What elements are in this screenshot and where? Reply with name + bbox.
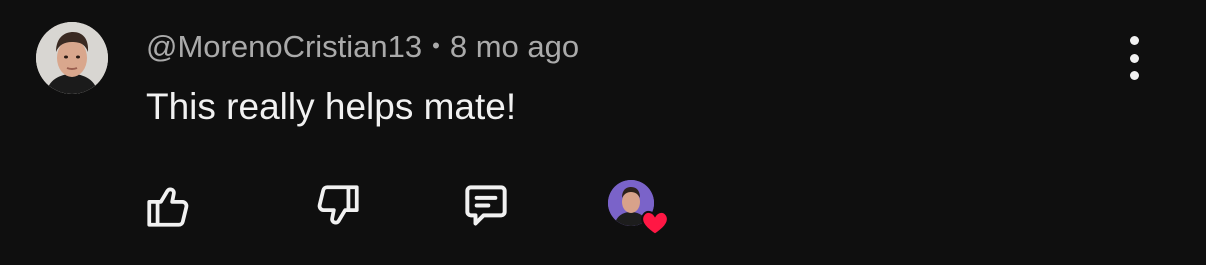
heart-icon bbox=[641, 210, 669, 236]
like-button[interactable] bbox=[140, 178, 196, 234]
dislike-button[interactable] bbox=[310, 178, 366, 234]
meta-separator: • bbox=[432, 33, 440, 58]
more-dot-top bbox=[1129, 36, 1139, 45]
creator-heart bbox=[608, 180, 672, 238]
thumbs-down-icon bbox=[317, 185, 359, 225]
reply-button[interactable] bbox=[458, 178, 514, 234]
comment-item: @MorenoCristian13 • 8 mo ago This really h… bbox=[0, 0, 1206, 265]
commenter-avatar-image bbox=[36, 22, 108, 94]
comment-text: This really helps mate! bbox=[146, 86, 517, 127]
more-dot-bottom bbox=[1129, 71, 1139, 80]
thumbs-up-icon bbox=[147, 187, 189, 227]
comment-timestamp: 8 mo ago bbox=[449, 29, 580, 64]
more-options-button[interactable] bbox=[1116, 36, 1152, 80]
comment-icon bbox=[465, 185, 507, 226]
commenter-avatar[interactable] bbox=[36, 22, 108, 94]
more-dot-middle bbox=[1129, 53, 1139, 63]
comment-meta: @MorenoCristian13 • 8 mo ago bbox=[146, 28, 579, 65]
comment-author[interactable]: @MorenoCristian13 bbox=[146, 29, 422, 64]
